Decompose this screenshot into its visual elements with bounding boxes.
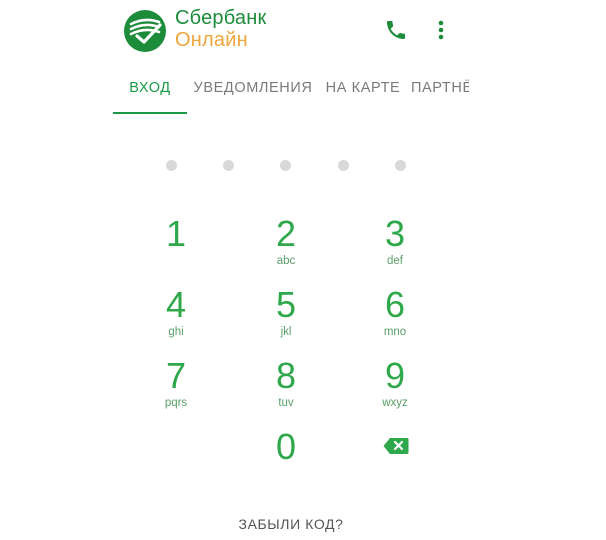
pin-dot: [223, 160, 234, 171]
more-vertical-icon[interactable]: [433, 16, 449, 44]
key-1[interactable]: 1: [136, 215, 216, 275]
tab-partners[interactable]: ПАРТНЁ: [411, 62, 469, 114]
tab-login[interactable]: ВХОД: [113, 62, 187, 114]
key-digit: 4: [165, 284, 187, 325]
tab-notifications[interactable]: УВЕДОМЛЕНИЯ: [193, 62, 313, 114]
key-5[interactable]: 5 jkl: [246, 286, 326, 346]
key-digit: 9: [384, 355, 406, 396]
sberbank-logo-icon: [124, 10, 166, 52]
app-root: Сбербанк Онлайн ВХОД УВЕДОМЛЕНИЯ НА КАРТ…: [0, 0, 606, 540]
forgot-code-link[interactable]: ЗАБЫЛИ КОД?: [113, 516, 469, 532]
key-letters: abc: [276, 255, 296, 267]
key-letters: mno: [383, 326, 407, 338]
phone-icon[interactable]: [384, 18, 408, 42]
key-0[interactable]: 0: [246, 428, 326, 488]
key-digit: 5: [275, 284, 297, 325]
key-digit: 1: [165, 213, 187, 254]
login-screen: Сбербанк Онлайн ВХОД УВЕДОМЛЕНИЯ НА КАРТ…: [113, 0, 469, 540]
key-digit: 6: [384, 284, 406, 325]
key-letters: jkl: [280, 326, 292, 338]
key-4[interactable]: 4 ghi: [136, 286, 216, 346]
key-letters: pqrs: [164, 397, 188, 409]
tab-on-map[interactable]: НА КАРТЕ: [323, 62, 403, 114]
key-digit: 8: [275, 355, 297, 396]
active-tab-indicator: [113, 112, 187, 114]
key-letters: tuv: [278, 397, 294, 409]
key-9[interactable]: 9 wxyz: [355, 357, 435, 417]
key-8[interactable]: 8 tuv: [246, 357, 326, 417]
pin-dot: [338, 160, 349, 171]
tab-bar: ВХОД УВЕДОМЛЕНИЯ НА КАРТЕ ПАРТНЁ: [113, 62, 469, 116]
top-bar: Сбербанк Онлайн: [113, 0, 469, 62]
key-digit: 0: [275, 426, 297, 467]
pin-indicator: [113, 160, 469, 176]
key-6[interactable]: 6 mno: [355, 286, 435, 346]
key-digit: 3: [384, 213, 406, 254]
key-7[interactable]: 7 pqrs: [136, 357, 216, 417]
pin-dot: [395, 160, 406, 171]
brand-line2: Онлайн: [175, 29, 248, 51]
key-3[interactable]: 3 def: [355, 215, 435, 275]
key-2[interactable]: 2 abc: [246, 215, 326, 275]
key-letters: wxyz: [382, 397, 408, 409]
key-digit: 7: [165, 355, 187, 396]
key-digit: 2: [275, 213, 297, 254]
pin-dot: [280, 160, 291, 171]
key-letters: ghi: [168, 326, 184, 338]
brand-line1: Сбербанк: [175, 7, 267, 29]
key-letters: def: [387, 255, 403, 267]
pin-dot: [166, 160, 177, 171]
backspace-icon[interactable]: [383, 437, 409, 455]
brand-name: Сбербанк Онлайн: [175, 8, 266, 50]
